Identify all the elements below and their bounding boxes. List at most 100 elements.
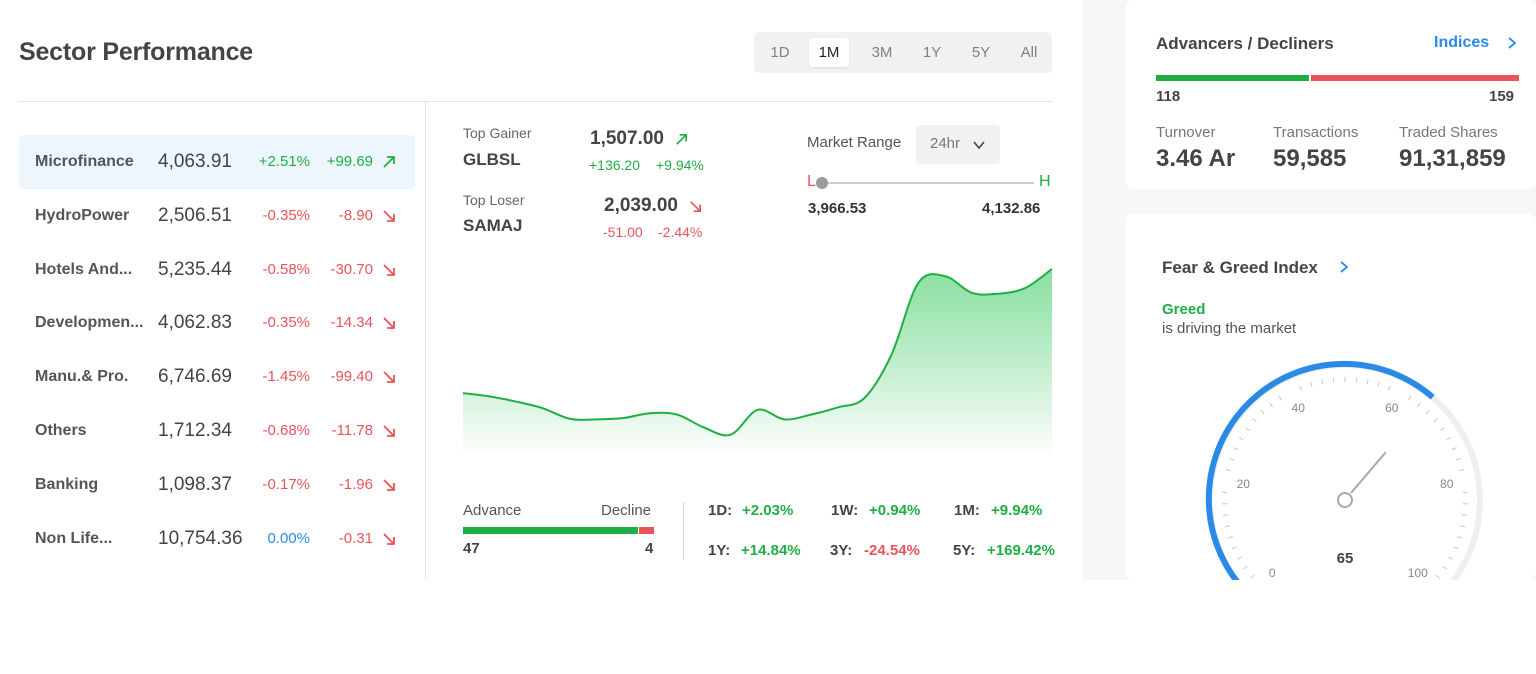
top-loser-price: 2,039.00 <box>604 195 678 216</box>
decliners-bar <box>1311 75 1519 81</box>
gauge-tick <box>1457 535 1463 539</box>
sector-index-value: 5,235.44 <box>158 258 232 280</box>
gauge-tick-label: 100 <box>1408 566 1428 580</box>
arrow-up-right-icon <box>383 156 395 168</box>
fear-greed-title[interactable]: Fear & Greed Index <box>1162 258 1318 278</box>
gauge-tick-label: 20 <box>1237 477 1251 491</box>
sector-point-change: +99.69 <box>326 153 373 170</box>
market-dashboard: Sector Performance 1D 1M 3M 1Y 5Y All Mi… <box>0 0 1536 674</box>
header-divider <box>18 101 1052 102</box>
sector-row[interactable]: Others 1,712.34 -0.68% -11.78 <box>19 404 415 458</box>
sector-point-change: -8.90 <box>338 206 373 224</box>
advancers-bar <box>1156 75 1309 81</box>
performance-period-value: +0.94% <box>869 502 921 519</box>
gauge-tick <box>1321 379 1324 385</box>
gauge-tick <box>1416 402 1421 408</box>
sector-row[interactable]: Hotels And... 5,235.44 -0.58% -30.70 <box>19 243 415 297</box>
gauge-tick <box>1377 381 1380 387</box>
sector-row[interactable]: Developmen... 4,062.83 -0.35% -14.34 <box>19 296 415 350</box>
sector-name: Hotels And... <box>35 260 133 278</box>
sector-row[interactable]: Microfinance 4,063.91 +2.51% +99.69 <box>19 135 415 189</box>
sector-percent-change: -0.17% <box>262 475 310 493</box>
tab-1d[interactable]: 1D <box>760 38 800 67</box>
arrow-down-right-icon <box>383 532 395 545</box>
sector-point-change: -14.34 <box>330 314 373 332</box>
performance-period-label: 5Y: <box>953 542 976 559</box>
top-loser-symbol[interactable]: SAMAJ <box>463 216 523 236</box>
sector-name: Banking <box>35 475 99 493</box>
top-loser-change: -51.00 <box>603 224 643 240</box>
sector-point-change: -30.70 <box>330 260 373 278</box>
advance-count: 47 <box>463 540 480 557</box>
sector-row[interactable]: Banking 1,098.37 -0.17% -1.96 <box>19 458 415 512</box>
gauge-tick <box>1440 427 1445 432</box>
gauge-tick <box>1222 514 1228 516</box>
tab-all[interactable]: All <box>1009 38 1049 67</box>
sector-percent-change: -0.68% <box>262 421 310 439</box>
top-gainer-symbol[interactable]: GLBSL <box>463 150 521 170</box>
gauge-tick <box>1442 565 1448 570</box>
performance-period-label: 3Y: <box>830 542 853 559</box>
transactions-value: 59,585 <box>1273 145 1347 172</box>
sector-index-value: 2,506.51 <box>158 204 232 226</box>
gauge-tick <box>1455 457 1461 461</box>
gauge-tick <box>1433 418 1438 423</box>
tab-5y[interactable]: 5Y <box>961 38 1001 67</box>
arrow-down-right-icon <box>383 210 395 222</box>
sector-index-value: 1,712.34 <box>158 419 232 441</box>
gauge-tick <box>1269 402 1274 408</box>
gauge-value-arc <box>1205 360 1435 580</box>
tab-3m[interactable]: 3M <box>862 38 902 67</box>
range-low-value: 3,966.53 <box>808 200 867 217</box>
chevron-right-icon[interactable] <box>1505 36 1519 50</box>
turnover-value: 3.46 Ar <box>1156 145 1236 172</box>
top-gainer-label: Top Gainer <box>463 125 532 141</box>
gauge-tick <box>1387 385 1391 391</box>
market-range-period-select[interactable]: 24hr <box>916 125 1000 164</box>
advance-bar <box>463 527 638 534</box>
chevron-down-icon <box>973 141 985 150</box>
performance-divider <box>683 502 684 560</box>
sector-percent-change: -1.45% <box>262 368 310 386</box>
gauge-tick <box>1462 514 1468 516</box>
gauge-tick <box>1224 525 1230 528</box>
gauge-tick <box>1252 418 1257 423</box>
sector-point-change: -0.31 <box>338 529 373 547</box>
chevron-right-icon[interactable] <box>1337 260 1351 274</box>
advancers-count: 118 <box>1156 88 1181 105</box>
gauge-tick <box>1299 385 1303 391</box>
sector-point-change: -1.96 <box>338 475 373 493</box>
breadth-title: Advancers / Decliners <box>1156 34 1334 53</box>
advance-label: Advance <box>463 502 522 519</box>
sector-row[interactable]: Non Life... 10,754.36 0.00% -0.31 <box>19 512 415 566</box>
gauge-tick <box>1435 574 1441 579</box>
decline-label: Decline <box>601 502 652 519</box>
sector-row[interactable]: HydroPower 2,506.51 -0.35% -8.90 <box>19 189 415 243</box>
performance-period-label: 1Y: <box>708 542 731 559</box>
sector-percent-change: -0.35% <box>262 206 310 224</box>
performance-period-value: -24.54% <box>864 542 920 559</box>
performance-period-value: +169.42% <box>987 542 1055 559</box>
sector-percent-change: -0.58% <box>262 260 310 278</box>
arrow-down-right-icon <box>383 263 395 276</box>
turnover-label: Turnover <box>1156 124 1216 141</box>
range-high-marker: H <box>1039 173 1051 190</box>
tab-1m[interactable]: 1M <box>809 38 849 67</box>
sector-index-value: 4,063.91 <box>158 151 232 172</box>
chart-area-fill <box>463 268 1052 457</box>
sector-index-value: 6,746.69 <box>158 366 232 388</box>
gauge-tick-label: 40 <box>1292 401 1306 415</box>
gauge-needle <box>1350 451 1387 494</box>
sector-list: Microfinance 4,063.91 +2.51% +99.69 HydroPow… <box>19 135 415 565</box>
gauge-tick <box>1366 379 1369 385</box>
arrow-down-right-icon <box>383 479 395 491</box>
indices-link[interactable]: Indices <box>1434 34 1489 52</box>
top-loser-pct: -2.44% <box>658 224 703 240</box>
sector-row[interactable]: Manu.& Pro. 6,746.69 -1.45% -99.40 <box>19 350 415 404</box>
range-high-value: 4,132.86 <box>982 200 1041 217</box>
sector-name: Microfinance <box>35 153 134 170</box>
gauge-tick <box>1227 535 1233 539</box>
tab-1y[interactable]: 1Y <box>912 38 952 67</box>
gauge-tick <box>1236 556 1242 560</box>
performance-period-value: +9.94% <box>991 502 1043 519</box>
